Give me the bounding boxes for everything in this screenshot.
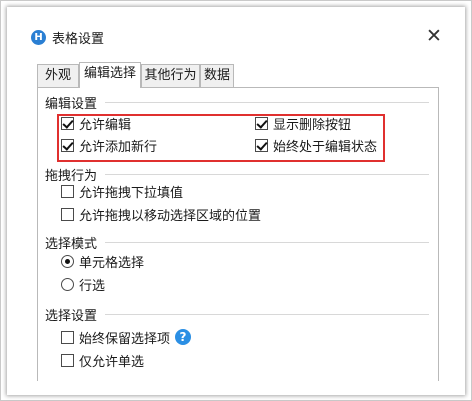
drag-behavior-divider [105, 174, 429, 175]
allow-drag-fill-option[interactable]: 允许拖拽下拉填值 [61, 182, 184, 201]
screenshot-frame: H 表格设置 ✕ 外观 编辑选择 其他行为 数据 编辑设置 允许编辑 显示删除按… [0, 0, 472, 401]
keep-selection-checkbox[interactable] [61, 330, 74, 344]
single-select-only-option[interactable]: 仅允许单选 [61, 351, 145, 370]
always-editing-label: 始终处于编辑状态 [273, 139, 378, 155]
cell-selection-option[interactable]: 单元格选择 [61, 252, 145, 271]
always-editing-option[interactable]: 始终处于编辑状态 [255, 136, 378, 155]
tab-edit-selection[interactable]: 编辑选择 [79, 62, 141, 88]
show-delete-button-checkbox[interactable] [255, 116, 268, 130]
always-editing-checkbox[interactable] [255, 138, 268, 152]
edit-settings-title: 编辑设置 [45, 97, 98, 112]
selection-mode-divider [105, 242, 429, 243]
tab-data[interactable]: 数据 [200, 64, 234, 87]
cell-selection-label: 单元格选择 [79, 255, 145, 271]
allow-add-row-checkbox[interactable] [61, 138, 74, 152]
selection-mode-title: 选择模式 [45, 237, 98, 252]
app-icon: H [31, 30, 46, 45]
allow-edit-option[interactable]: 允许编辑 [61, 114, 132, 133]
allow-drag-fill-checkbox[interactable] [61, 184, 74, 198]
allow-drag-move-checkbox[interactable] [61, 207, 74, 221]
allow-drag-move-option[interactable]: 允许拖拽以移动选择区域的位置 [61, 205, 262, 224]
tab-appearance[interactable]: 外观 [37, 64, 79, 87]
allow-edit-label: 允许编辑 [79, 117, 132, 133]
allow-drag-fill-label: 允许拖拽下拉填值 [79, 185, 184, 201]
allow-add-row-option[interactable]: 允许添加新行 [61, 136, 158, 155]
selection-settings-divider [105, 314, 429, 315]
keep-selection-option[interactable]: 始终保留选择项 ? [61, 328, 192, 347]
keep-selection-label: 始终保留选择项 [79, 331, 171, 347]
cell-selection-radio[interactable] [61, 254, 74, 268]
row-selection-label: 行选 [79, 278, 106, 294]
tab-other-behavior[interactable]: 其他行为 [141, 64, 200, 87]
show-delete-button-label: 显示删除按钮 [273, 117, 352, 133]
row-selection-option[interactable]: 行选 [61, 275, 106, 294]
dialog-title: 表格设置 [52, 32, 105, 47]
allow-edit-checkbox[interactable] [61, 116, 74, 130]
show-delete-button-option[interactable]: 显示删除按钮 [255, 114, 352, 133]
row-selection-radio[interactable] [61, 277, 74, 291]
edit-settings-divider [105, 102, 429, 103]
title-bar: H 表格设置 ✕ [7, 7, 465, 51]
help-icon[interactable]: ? [175, 329, 192, 345]
single-select-only-checkbox[interactable] [61, 353, 74, 367]
table-settings-dialog: H 表格设置 ✕ 外观 编辑选择 其他行为 数据 编辑设置 允许编辑 显示删除按… [7, 7, 465, 395]
selection-settings-title: 选择设置 [45, 309, 98, 324]
allow-add-row-label: 允许添加新行 [79, 139, 158, 155]
allow-drag-move-label: 允许拖拽以移动选择区域的位置 [79, 208, 262, 224]
close-icon[interactable]: ✕ [423, 25, 445, 47]
single-select-only-label: 仅允许单选 [79, 354, 145, 370]
